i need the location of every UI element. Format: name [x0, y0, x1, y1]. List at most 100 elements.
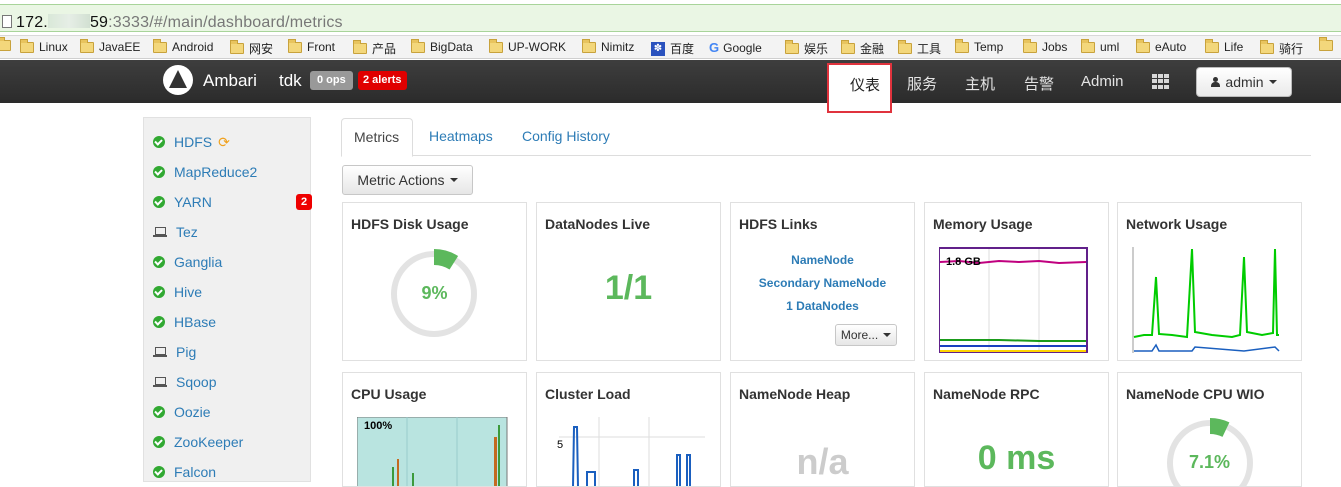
widget-namenode-rpc[interactable]: NameNode RPC 0 ms — [924, 372, 1109, 487]
bookmark-eauto[interactable]: eAuto — [1136, 38, 1186, 54]
status-ok-icon — [153, 406, 165, 418]
bookmark-overflow[interactable] — [1319, 37, 1338, 51]
link-datanodes[interactable]: 1 DataNodes — [731, 299, 914, 313]
memory-scale-label: 1.8 GB — [946, 256, 981, 268]
bookmark-yule[interactable]: 娱乐 — [785, 40, 828, 57]
service-ganglia[interactable]: Ganglia — [153, 251, 222, 273]
folder-icon — [353, 40, 367, 54]
datanodes-live-value: 1/1 — [604, 269, 653, 307]
metric-actions-button[interactable]: Metric Actions — [342, 165, 473, 195]
nav-dashboard[interactable]: 仪表 — [827, 63, 892, 113]
widget-title: HDFS Disk Usage — [351, 216, 469, 232]
cluster-load-chart: 5 — [557, 417, 705, 486]
bookmark-linux[interactable]: Linux — [20, 38, 68, 54]
more-links-button[interactable]: More... — [835, 324, 897, 346]
service-mapreduce2[interactable]: MapReduce2 — [153, 161, 257, 183]
user-menu-button[interactable]: admin — [1196, 67, 1292, 97]
widget-cpu-usage[interactable]: CPU Usage 100% — [342, 372, 527, 487]
views-grid-icon[interactable] — [1152, 74, 1169, 89]
service-hdfs[interactable]: HDFS ⟳ — [153, 131, 230, 153]
cluster-name[interactable]: tdk — [279, 71, 302, 91]
services-sidebar: HDFS ⟳ MapReduce2 YARN 2 Tez Ganglia Hive … — [143, 117, 313, 483]
service-sqoop[interactable]: Sqoop — [153, 371, 216, 393]
user-icon — [1211, 77, 1221, 87]
widget-hdfs-links: HDFS Links NameNode Secondary NameNode 1… — [730, 202, 915, 361]
widget-title: Network Usage — [1126, 216, 1228, 232]
bookmark-upwork[interactable]: UP-WORK — [489, 38, 566, 54]
url-host-suffix: 59 — [89, 14, 109, 31]
tab-metrics[interactable]: Metrics — [341, 118, 413, 157]
status-ok-icon — [153, 316, 165, 328]
bookmark-javaee[interactable]: JavaEE — [80, 38, 140, 54]
service-pig[interactable]: Pig — [153, 341, 196, 363]
namenode-heap-value: n/a — [796, 441, 849, 482]
bookmark-life[interactable]: Life — [1205, 38, 1243, 54]
status-ok-icon — [153, 166, 165, 178]
service-hbase[interactable]: HBase — [153, 311, 216, 333]
nav-alerts[interactable]: 告警 — [1024, 73, 1054, 94]
folder-icon — [411, 38, 425, 53]
folder-icon — [1081, 38, 1095, 53]
url-field[interactable]: 172. 59:3333/#/main/dashboard/metrics — [0, 4, 1341, 32]
bookmark-nimitz[interactable]: Nimitz — [582, 38, 634, 54]
nav-admin[interactable]: Admin — [1081, 73, 1124, 90]
service-falcon[interactable]: Falcon — [153, 461, 216, 483]
bookmark-item[interactable] — [0, 37, 16, 51]
link-secondary-namenode[interactable]: Secondary NameNode — [731, 276, 914, 290]
service-oozie[interactable]: Oozie — [153, 401, 211, 423]
nav-hosts[interactable]: 主机 — [965, 73, 995, 94]
widget-cluster-load[interactable]: Cluster Load 5 — [536, 372, 721, 487]
widget-title: NameNode RPC — [933, 386, 1040, 402]
widget-namenode-cpu-wio[interactable]: NameNode CPU WIO 7.1% — [1117, 372, 1302, 487]
cluster-load-scale-label: 5 — [557, 439, 563, 451]
nav-services[interactable]: 服务 — [907, 73, 937, 94]
bookmark-jobs[interactable]: Jobs — [1023, 38, 1067, 54]
widget-title: NameNode CPU WIO — [1126, 386, 1265, 402]
bookmark-temp[interactable]: Temp — [955, 38, 1003, 54]
namenode-cpu-value: 7.1% — [1188, 452, 1231, 472]
status-ok-icon — [153, 196, 165, 208]
widget-title: HDFS Links — [739, 216, 818, 232]
bookmark-wangan[interactable]: 网安 — [230, 40, 273, 57]
url-redacted — [47, 14, 90, 28]
bookmark-chanpin[interactable]: 产品 — [353, 40, 396, 57]
network-usage-chart — [1132, 247, 1280, 353]
url-text[interactable]: 172. 59:3333/#/main/dashboard/metrics — [16, 14, 343, 32]
widget-title: Cluster Load — [545, 386, 631, 402]
service-hive[interactable]: Hive — [153, 281, 202, 303]
widget-namenode-heap[interactable]: NameNode Heap n/a — [730, 372, 915, 487]
widget-network-usage[interactable]: Network Usage — [1117, 202, 1302, 361]
bookmark-android[interactable]: Android — [153, 38, 213, 54]
brand-name[interactable]: Ambari — [203, 71, 257, 91]
tab-config-history[interactable]: Config History — [510, 118, 622, 156]
caret-down-icon — [1268, 80, 1277, 84]
folder-icon — [1023, 38, 1037, 53]
link-namenode[interactable]: NameNode — [731, 253, 914, 267]
folder-icon — [288, 38, 302, 53]
alerts-badge[interactable]: 2 alerts — [358, 71, 407, 90]
hdfs-disk-arc — [434, 249, 459, 270]
bookmark-bigdata[interactable]: BigData — [411, 38, 473, 54]
bookmark-uml[interactable]: uml — [1081, 38, 1119, 54]
widget-hdfs-disk-usage[interactable]: HDFS Disk Usage 9% — [342, 202, 527, 361]
top-navbar: Ambari tdk 0 ops 2 alerts 仪表 服务 主机 告警 Ad… — [0, 60, 1341, 113]
bookmark-jinrong[interactable]: 金融 — [841, 40, 884, 57]
widget-datanodes-live[interactable]: DataNodes Live 1/1 — [536, 202, 721, 361]
bookmark-front[interactable]: Front — [288, 38, 335, 54]
service-zookeeper[interactable]: ZooKeeper — [153, 431, 243, 453]
address-bar[interactable]: 172. 59:3333/#/main/dashboard/metrics — [0, 0, 1341, 36]
widget-memory-usage[interactable]: Memory Usage 1.8 GB — [924, 202, 1109, 361]
bookmark-google[interactable]: G Google — [709, 40, 762, 55]
google-icon: G — [709, 40, 720, 55]
tab-heatmaps[interactable]: Heatmaps — [417, 118, 505, 156]
bookmark-qixing[interactable]: 骑行 — [1260, 40, 1303, 57]
service-yarn[interactable]: YARN 2 — [153, 191, 313, 213]
status-ok-icon — [153, 286, 165, 298]
alert-count-badge[interactable]: 2 — [296, 194, 312, 210]
bookmark-gongju[interactable]: 工具 — [898, 40, 941, 57]
bookmark-baidu[interactable]: ✽ 百度 — [651, 40, 694, 57]
service-tez[interactable]: Tez — [153, 221, 198, 243]
baidu-icon: ✽ — [651, 41, 665, 56]
ambari-logo-icon[interactable] — [163, 65, 193, 95]
ops-badge[interactable]: 0 ops — [310, 71, 353, 90]
